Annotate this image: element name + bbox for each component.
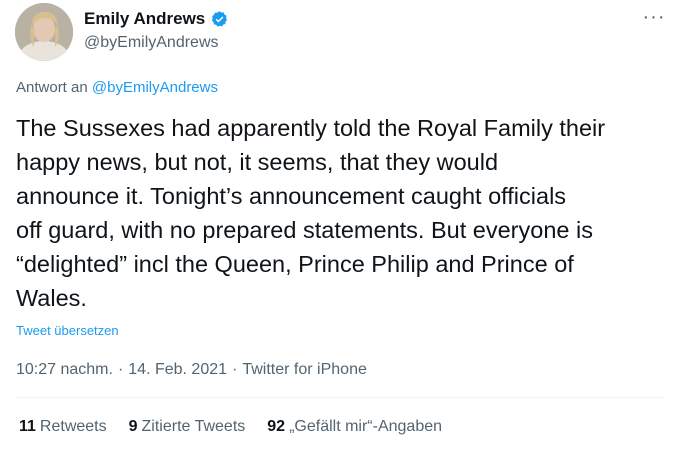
tweet-time[interactable]: 10:27 nachm.	[16, 361, 113, 378]
quote-tweets-stat[interactable]: 9 Zitierte Tweets	[129, 418, 246, 436]
translate-tweet-link[interactable]: Tweet übersetzen	[16, 323, 119, 338]
verified-badge-icon	[212, 10, 228, 27]
reply-context: Antwort an @byEmilyAndrews	[16, 79, 218, 96]
likes-stat[interactable]: 92 „Gefällt mir“-Angaben	[267, 418, 442, 436]
author-name-row[interactable]: Emily Andrews	[84, 9, 229, 29]
retweets-label: Retweets	[39, 418, 107, 435]
tweet-detail: Emily Andrews @byEmilyAndrews ··· Antwor…	[0, 0, 680, 450]
tweet-date[interactable]: 14. Feb. 2021	[128, 361, 227, 378]
engagement-stats: 11 Retweets 9 Zitierte Tweets 92 „Gefällt m…	[19, 418, 442, 436]
retweets-stat[interactable]: 11 Retweets	[19, 418, 107, 436]
quotes-count: 9	[128, 418, 138, 435]
tweet-source[interactable]: Twitter for iPhone	[242, 361, 367, 378]
meta-separator: ·	[117, 361, 124, 378]
avatar[interactable]	[15, 3, 73, 61]
avatar-image	[15, 3, 73, 61]
author-display-name[interactable]: Emily Andrews	[84, 9, 205, 29]
likes-count: 92	[267, 418, 286, 435]
reply-mention-link[interactable]: @byEmilyAndrews	[92, 79, 218, 96]
divider	[16, 397, 664, 398]
meta-separator: ·	[232, 361, 238, 378]
retweets-count: 11	[19, 418, 36, 435]
tweet-meta: 10:27 nachm. · 14. Feb. 2021 · Twitter for i…	[16, 361, 367, 379]
quotes-label: Zitierte Tweets	[141, 418, 246, 435]
reply-prefix: Antwort an	[16, 79, 88, 96]
likes-label: „Gefällt mir“-Angaben	[289, 418, 443, 435]
author-handle[interactable]: @byEmilyAndrews	[84, 34, 219, 52]
more-icon[interactable]: ···	[641, 4, 667, 30]
tweet-text: The Sussexes had apparently told the Roy…	[16, 115, 606, 311]
